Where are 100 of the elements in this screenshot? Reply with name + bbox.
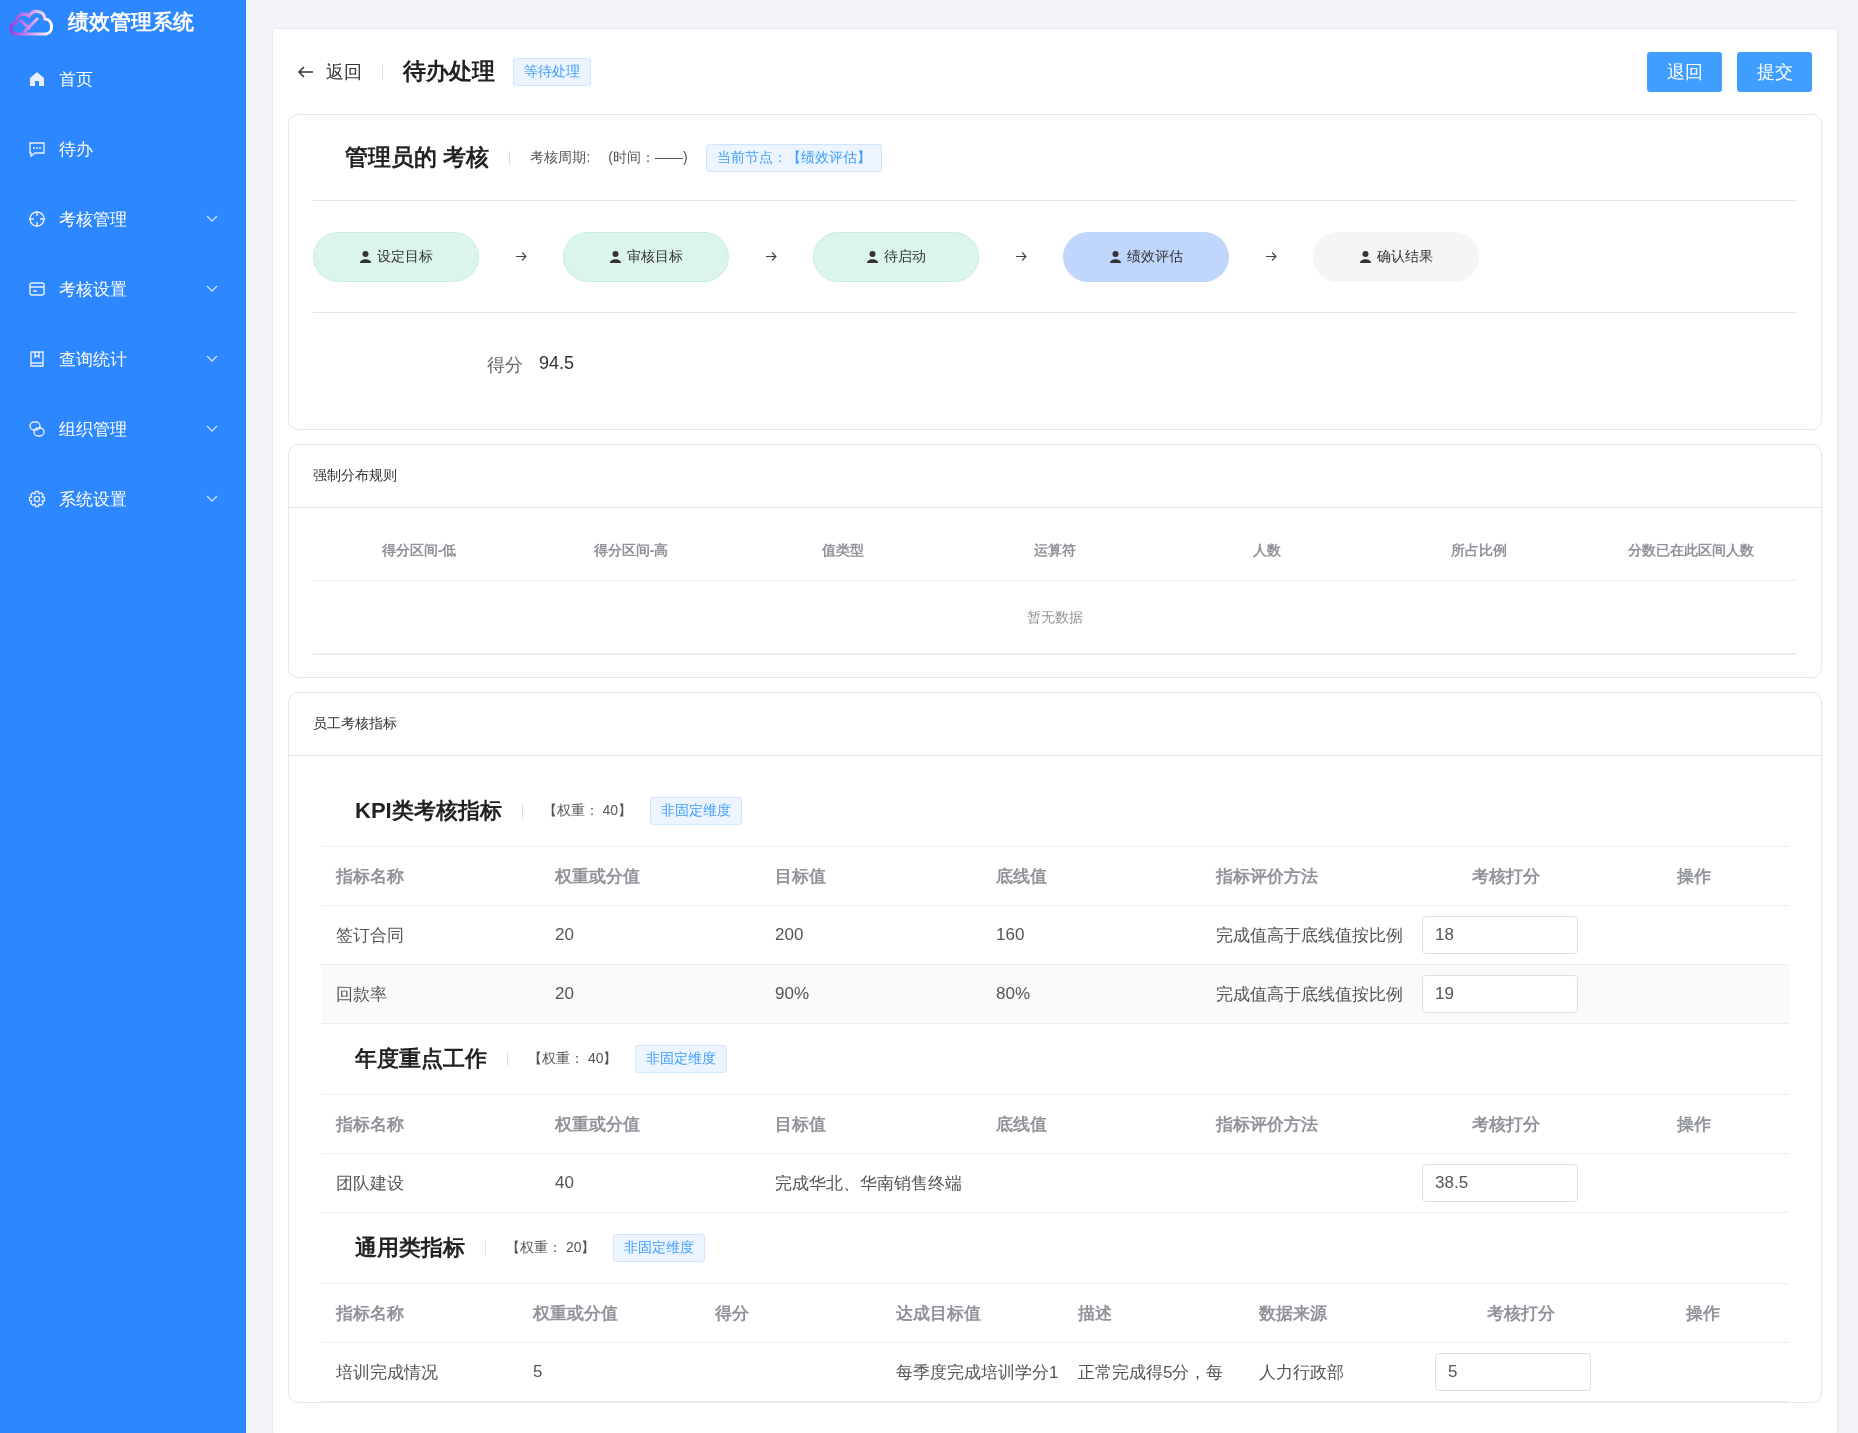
column-header: 指标名称 bbox=[334, 1113, 405, 1136]
card-title: 强制分布规则 bbox=[289, 445, 1821, 508]
score-input[interactable]: 19 bbox=[1422, 975, 1578, 1013]
nav-item[interactable]: 待办 bbox=[0, 114, 246, 184]
score-input[interactable]: 18 bbox=[1422, 916, 1578, 954]
workflow-step: 设定目标 bbox=[313, 231, 479, 282]
column-header: 权重或分值 bbox=[553, 1113, 641, 1136]
workflow-step: 绩效评估 bbox=[1063, 231, 1229, 282]
score-label: 得分 bbox=[487, 354, 523, 377]
nav-item[interactable]: 组织管理 bbox=[0, 394, 246, 464]
table-cell-text: 200 bbox=[774, 925, 805, 945]
table-cell-text: 每季度完成培训学分1 bbox=[895, 1361, 1060, 1384]
table-cell-text: 20 bbox=[554, 925, 575, 945]
nav-item[interactable]: 查询统计 bbox=[0, 324, 246, 394]
chat-icon bbox=[28, 140, 46, 158]
column-header: 运算符 bbox=[1033, 542, 1077, 560]
nav-item[interactable]: 系统设置 bbox=[0, 464, 246, 534]
column-header: 指标名称 bbox=[334, 865, 405, 888]
cloud-logo-icon bbox=[8, 8, 54, 36]
workflow-step: 待启动 bbox=[813, 231, 979, 282]
card-icon bbox=[28, 280, 46, 298]
table-cell-text: 团队建设 bbox=[335, 1172, 405, 1195]
table-cell-text: 20 bbox=[554, 984, 575, 1004]
chevron-down-icon[interactable] bbox=[206, 285, 218, 293]
column-header: 操作 bbox=[1675, 1113, 1712, 1136]
return-button[interactable]: 退回 bbox=[1647, 51, 1722, 92]
table-cell-text: 5 bbox=[532, 1362, 544, 1382]
column-header: 目标值 bbox=[774, 1113, 827, 1136]
column-header: 底线值 bbox=[995, 1113, 1048, 1136]
period-label: 考核周期: bbox=[530, 148, 591, 167]
table-cell-text: 160 bbox=[995, 925, 1026, 945]
empty-text: 暂无数据 bbox=[313, 581, 1797, 655]
column-header: 目标值 bbox=[774, 865, 827, 888]
section-title: 年度重点工作 bbox=[355, 1045, 487, 1073]
chevron-down-icon[interactable] bbox=[206, 215, 218, 223]
chevron-down-icon[interactable] bbox=[206, 495, 218, 503]
table-cell-text: 40 bbox=[554, 1173, 575, 1193]
table-cell-text: 完成华北、华南销售终端 bbox=[774, 1172, 963, 1195]
column-header: 得分区间-低 bbox=[380, 542, 458, 560]
person-icon bbox=[866, 250, 878, 263]
column-header: 考核打分 bbox=[1470, 865, 1541, 888]
table-cell-text: 签订合同 bbox=[335, 924, 405, 947]
column-header: 分数已在此区间人数 bbox=[1627, 542, 1755, 560]
chevron-down-icon[interactable] bbox=[206, 355, 218, 363]
status-tag: 等待处理 bbox=[513, 57, 591, 86]
workflow-step: 确认结果 bbox=[1313, 231, 1479, 282]
crosshair-icon bbox=[28, 210, 46, 228]
settings-icon bbox=[28, 490, 46, 508]
column-header: 描述 bbox=[1076, 1302, 1113, 1325]
period-value: (时间：——) bbox=[608, 148, 688, 167]
score-input[interactable]: 5 bbox=[1435, 1353, 1591, 1391]
score-value: 94.5 bbox=[539, 353, 575, 375]
table-cell-text: 90% bbox=[774, 984, 811, 1004]
book-icon bbox=[28, 350, 46, 368]
arrow-right-icon bbox=[1265, 252, 1277, 261]
nav-item[interactable]: 考核设置 bbox=[0, 254, 246, 324]
section-title: 通用类指标 bbox=[355, 1234, 465, 1262]
arrow-right-icon bbox=[765, 252, 777, 261]
column-header: 指标评价方法 bbox=[1214, 865, 1319, 888]
column-header: 操作 bbox=[1684, 1302, 1721, 1325]
column-header: 值类型 bbox=[821, 542, 865, 560]
workflow-step: 审核目标 bbox=[563, 231, 729, 282]
column-header: 考核打分 bbox=[1470, 1113, 1541, 1136]
column-header: 得分 bbox=[714, 1302, 750, 1325]
weight-label: 【权重： 40】 bbox=[528, 1050, 618, 1068]
weight-label: 【权重： 40】 bbox=[542, 802, 633, 820]
column-header: 权重或分值 bbox=[531, 1302, 619, 1325]
arrow-left-icon bbox=[298, 65, 314, 78]
table-cell-text: 人力行政部 bbox=[1258, 1361, 1345, 1384]
card-title: 员工考核指标 bbox=[289, 693, 1821, 756]
link-icon bbox=[28, 420, 46, 438]
column-header: 权重或分值 bbox=[553, 865, 641, 888]
column-header: 操作 bbox=[1675, 865, 1712, 888]
app-title: 绩效管理系统 bbox=[68, 9, 194, 35]
node-tag: 当前节点：【绩效评估】 bbox=[705, 143, 882, 172]
person-icon bbox=[359, 250, 371, 263]
chevron-down-icon[interactable] bbox=[206, 425, 218, 433]
table-cell-text: 回款率 bbox=[335, 983, 388, 1006]
submit-button[interactable]: 提交 bbox=[1737, 51, 1812, 92]
column-header: 人数 bbox=[1252, 542, 1282, 560]
section-title: KPI类考核指标 bbox=[355, 797, 502, 825]
arrow-right-icon bbox=[515, 252, 527, 261]
table-cell-text: 完成值高于底线值按比例 bbox=[1215, 924, 1404, 947]
column-header: 指标评价方法 bbox=[1214, 1113, 1319, 1136]
arrow-right-icon bbox=[1015, 252, 1027, 261]
dimension-tag: 非固定维度 bbox=[613, 1234, 706, 1262]
table-cell-text: 80% bbox=[995, 984, 1032, 1004]
column-header: 达成目标值 bbox=[895, 1302, 982, 1325]
score-input[interactable]: 38.5 bbox=[1422, 1164, 1578, 1202]
column-header: 底线值 bbox=[995, 865, 1048, 888]
table-cell-text: 培训完成情况 bbox=[335, 1361, 439, 1384]
back-button[interactable]: 返回 bbox=[298, 59, 362, 84]
weight-label: 【权重： 20】 bbox=[506, 1239, 596, 1257]
nav-item[interactable]: 首页 bbox=[0, 44, 246, 114]
nav-item[interactable]: 考核管理 bbox=[0, 184, 246, 254]
person-icon bbox=[1359, 250, 1371, 263]
person-icon bbox=[609, 250, 621, 263]
person-icon bbox=[1109, 250, 1121, 263]
column-header: 所占比例 bbox=[1450, 542, 1508, 560]
review-title: 管理员的 考核 bbox=[345, 143, 490, 172]
